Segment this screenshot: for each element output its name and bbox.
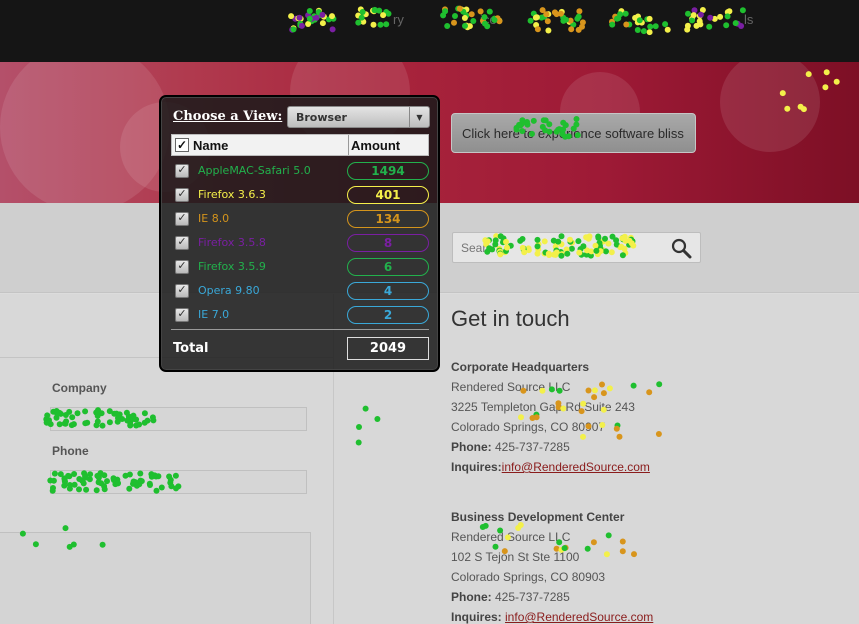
browser-stats-widget: Choose a View: Browser ▼ ✓ Name Amount ✓… xyxy=(159,95,440,372)
row-checkbox[interactable]: ✓ xyxy=(175,308,189,322)
row-checkbox[interactable]: ✓ xyxy=(175,284,189,298)
hq-phone-label: Phone: xyxy=(451,440,492,454)
row-name: Firefox 3.5.9 xyxy=(198,260,266,273)
nav-item[interactable]: ry xyxy=(393,12,404,27)
phone-label: Phone xyxy=(52,444,89,458)
bdc-email-link[interactable]: info@RenderedSource.com xyxy=(505,610,653,624)
table-row[interactable]: ✓ Firefox 3.5.8 8 xyxy=(171,233,431,253)
message-field[interactable] xyxy=(0,532,311,624)
row-name: AppleMAC-Safari 5.0 xyxy=(198,164,311,177)
row-amount: 4 xyxy=(347,282,429,300)
table-row[interactable]: ✓ Firefox 3.5.9 6 xyxy=(171,257,431,277)
column-header-amount[interactable]: Amount xyxy=(351,138,400,153)
column-header-name[interactable]: Name xyxy=(193,138,228,153)
row-checkbox[interactable]: ✓ xyxy=(175,236,189,250)
row-checkbox[interactable]: ✓ xyxy=(175,212,189,226)
table-row[interactable]: ✓ Opera 9.80 4 xyxy=(171,281,431,301)
row-amount: 401 xyxy=(347,186,429,204)
hq-name: Rendered Source LLC xyxy=(451,380,571,394)
search-input[interactable] xyxy=(461,239,661,257)
total-value: 2049 xyxy=(347,337,429,360)
bdc-street: 102 S Tejon St Ste 1100 xyxy=(451,550,580,564)
view-label: Choose a View: xyxy=(173,109,283,124)
search-icon[interactable] xyxy=(670,237,692,259)
row-amount: 134 xyxy=(347,210,429,228)
row-amount: 1494 xyxy=(347,162,429,180)
top-nav: ry ice ls xyxy=(0,0,859,62)
table-header: ✓ Name Amount xyxy=(171,134,429,156)
table-row[interactable]: ✓ Firefox 3.6.3 401 xyxy=(171,185,431,205)
bdc-title: Business Development Center xyxy=(451,510,625,524)
contact-heading: Get in touch xyxy=(451,306,570,331)
bdc-city: Colorado Springs, CO 80903 xyxy=(451,570,606,584)
row-name: IE 7.0 xyxy=(198,308,230,321)
row-name: Firefox 3.5.8 xyxy=(198,236,266,249)
hq-street: 3225 Templeton Gap Rd Suite 243 xyxy=(451,400,635,414)
table-row[interactable]: ✓ AppleMAC-Safari 5.0 1494 xyxy=(171,161,431,181)
nav-item[interactable]: ls xyxy=(744,12,753,27)
row-amount: 2 xyxy=(347,306,429,324)
cta-button[interactable]: Click here to experience software bliss xyxy=(451,113,696,153)
hq-phone: 425-737-7285 xyxy=(491,440,570,454)
select-all-checkbox[interactable]: ✓ xyxy=(175,138,189,152)
row-name: Opera 9.80 xyxy=(198,284,260,297)
table-row[interactable]: ✓ IE 8.0 134 xyxy=(171,209,431,229)
bdc-phone-label: Phone: xyxy=(451,590,492,604)
row-amount: 6 xyxy=(347,258,429,276)
row-checkbox[interactable]: ✓ xyxy=(175,164,189,178)
row-name: IE 8.0 xyxy=(198,212,230,225)
total-label: Total xyxy=(173,341,209,356)
company-field[interactable] xyxy=(50,407,307,431)
view-select-value: Browser xyxy=(296,111,347,124)
row-amount: 8 xyxy=(347,234,429,252)
phone-field[interactable] xyxy=(50,470,307,494)
chevron-down-icon[interactable]: ▼ xyxy=(409,107,429,127)
hq-email-link[interactable]: info@RenderedSource.com xyxy=(502,460,650,474)
total-divider xyxy=(171,329,429,330)
column-separator xyxy=(348,135,349,155)
bdc-address: Business Development Center Rendered Sou… xyxy=(451,507,653,624)
row-checkbox[interactable]: ✓ xyxy=(175,188,189,202)
row-name: Firefox 3.6.3 xyxy=(198,188,266,201)
hq-address: Corporate Headquarters Rendered Source L… xyxy=(451,357,650,477)
bdc-phone: 425-737-7285 xyxy=(491,590,570,604)
hq-inquires-label: Inquires: xyxy=(451,460,502,474)
company-label: Company xyxy=(52,381,107,395)
bdc-name: Rendered Source LLC xyxy=(451,530,571,544)
row-checkbox[interactable]: ✓ xyxy=(175,260,189,274)
nav-item[interactable]: ice xyxy=(480,12,497,27)
hq-title: Corporate Headquarters xyxy=(451,360,590,374)
view-select[interactable]: Browser ▼ xyxy=(287,106,430,128)
table-row[interactable]: ✓ IE 7.0 2 xyxy=(171,305,431,325)
hq-city: Colorado Springs, CO 80907 xyxy=(451,420,606,434)
search-box[interactable] xyxy=(452,232,701,263)
bdc-inquires-label: Inquires: xyxy=(451,610,502,624)
